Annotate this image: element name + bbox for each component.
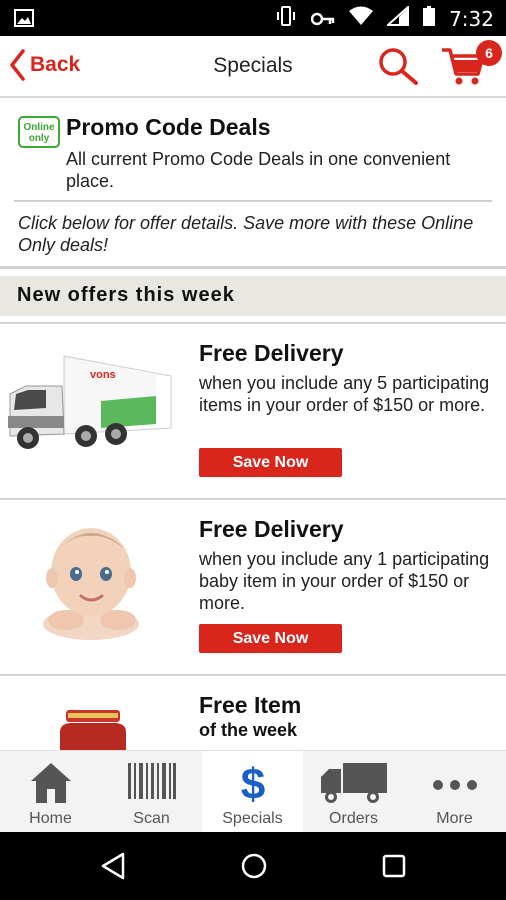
- offer-subtitle: of the week: [199, 720, 298, 740]
- tab-orders[interactable]: Orders: [303, 751, 404, 833]
- promo-header: Online only Promo Code Deals All current…: [0, 98, 506, 202]
- offer-title: Free Delivery: [199, 340, 344, 366]
- divider: [14, 200, 492, 202]
- search-button[interactable]: [376, 46, 420, 91]
- home-circle-icon[interactable]: [240, 852, 268, 880]
- battery-icon: [423, 6, 436, 31]
- tab-more[interactable]: More: [404, 751, 505, 833]
- promo-title: Promo Code Deals: [66, 114, 271, 140]
- app-bar: Back Specials 6: [0, 36, 506, 98]
- delivery-truck-image: vons: [6, 346, 176, 461]
- house-icon: [30, 763, 71, 803]
- section-header: New offers this week: [0, 276, 506, 316]
- dollar-icon: $: [240, 761, 264, 805]
- save-now-button[interactable]: Save Now: [199, 448, 342, 477]
- back-button[interactable]: Back: [8, 48, 80, 82]
- back-label: Back: [30, 53, 81, 76]
- wifi-icon: [349, 6, 374, 31]
- more-dots-icon: [432, 780, 477, 790]
- offer-card[interactable]: Free Item of the week: [0, 674, 506, 750]
- offer-description: when you include any 1 participating bab…: [199, 549, 490, 613]
- promo-note: Click below for offer details. Save more…: [18, 213, 474, 255]
- offer-card[interactable]: Free Delivery when you include any 1 par…: [0, 498, 506, 674]
- signal-icon: [385, 4, 410, 31]
- system-nav-bar: [0, 832, 506, 900]
- barcode-icon: [127, 763, 176, 799]
- specials-content[interactable]: Online only Promo Code Deals All current…: [0, 98, 506, 750]
- offer-title: Free Delivery: [199, 516, 344, 542]
- save-now-button[interactable]: Save Now: [199, 624, 342, 653]
- truck-icon: [320, 763, 387, 803]
- back-triangle-icon[interactable]: [100, 852, 126, 880]
- tab-label: Scan: [133, 810, 170, 827]
- search-icon: [379, 48, 418, 85]
- offer-card[interactable]: vons Free Delivery when you include any …: [0, 322, 506, 498]
- tab-specials[interactable]: $ Specials: [202, 751, 303, 833]
- bottom-tab-bar: Home Scan $ Specials Orders More: [0, 750, 506, 833]
- tab-label: Orders: [329, 810, 378, 827]
- online-only-logo: Online only: [18, 116, 60, 148]
- baby-image: [36, 516, 146, 649]
- tab-label: Specials: [222, 810, 283, 827]
- truck-brand-text: vons: [90, 369, 116, 381]
- vibrate-icon: [275, 5, 297, 32]
- tab-label: More: [436, 810, 473, 827]
- svg-text:$: $: [240, 761, 264, 805]
- offer-title: Free Item: [199, 692, 302, 718]
- tab-scan[interactable]: Scan: [101, 751, 202, 833]
- offer-description: when you include any 5 participating ite…: [199, 373, 490, 415]
- cart-count-badge: 6: [476, 40, 502, 66]
- tab-label: Home: [29, 810, 72, 827]
- tab-home[interactable]: Home: [0, 751, 101, 833]
- promo-description: All current Promo Code Deals in one conv…: [66, 149, 451, 191]
- divider: [0, 266, 506, 269]
- jar-image: [56, 710, 130, 750]
- recents-square-icon[interactable]: [381, 853, 407, 879]
- clock-time: 7:32: [449, 6, 494, 31]
- status-bar: 7:32: [0, 0, 506, 36]
- image-notification-icon: [14, 8, 34, 33]
- key-icon: [310, 7, 335, 31]
- chevron-left-icon: [9, 49, 25, 81]
